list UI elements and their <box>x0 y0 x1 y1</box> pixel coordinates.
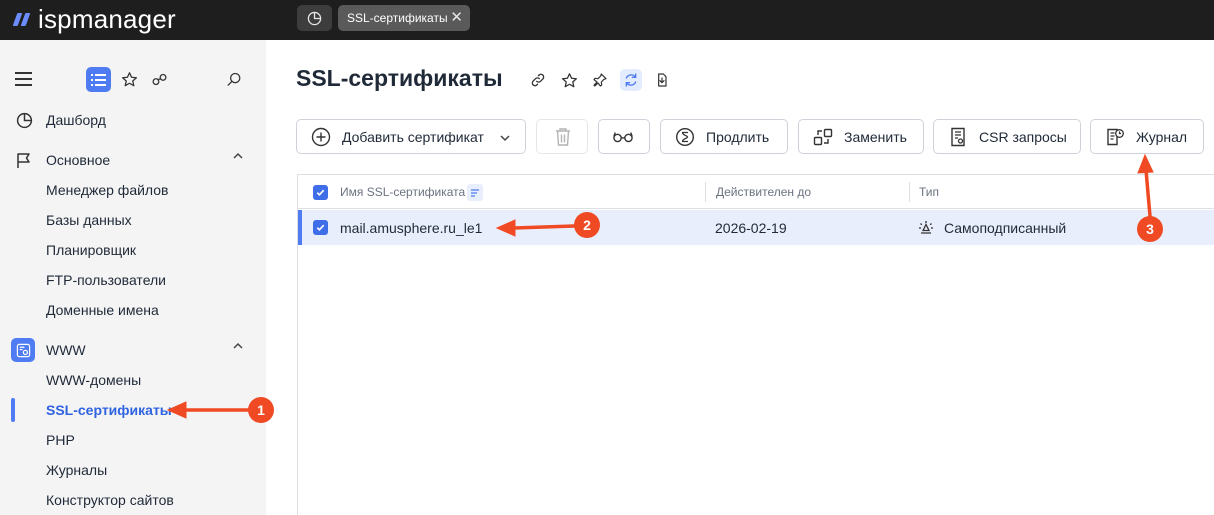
sidebar-item-label: FTP-пользователи <box>46 272 166 288</box>
callout-badge: 3 <box>1137 216 1163 242</box>
tab-label: SSL-сертификаты <box>347 11 448 25</box>
certificates-table: Имя SSL-сертификата Действителен до Тип … <box>297 174 1214 515</box>
logo-mark-icon <box>12 11 34 27</box>
sidebar-item-label: Дашборд <box>46 112 106 128</box>
column-header-type[interactable]: Тип <box>919 185 939 199</box>
select-all-checkbox[interactable] <box>313 185 328 200</box>
dashboard-icon <box>15 111 33 129</box>
renew-button[interactable]: Продлить <box>660 119 788 154</box>
glasses-icon[interactable] <box>149 69 169 89</box>
certificate-valid-until: 2026-02-19 <box>715 220 787 236</box>
sidebar-item-logs[interactable]: Журналы <box>0 457 266 483</box>
chevron-down-icon <box>499 131 511 147</box>
tab-ssl-certificates[interactable]: SSL-сертификаты ✕ <box>338 5 470 31</box>
sidebar-item-main[interactable]: Основное <box>0 147 266 173</box>
column-divider[interactable] <box>909 182 910 202</box>
replace-icon <box>813 128 833 146</box>
trash-icon <box>553 128 573 146</box>
row-selection-bar <box>298 210 302 245</box>
certificate-name: mail.amusphere.ru_le1 <box>340 220 483 236</box>
table-header: Имя SSL-сертификата Действителен до Тип <box>298 175 1214 209</box>
top-bar: ispmanager SSL-сертификаты ✕ <box>0 0 1214 40</box>
sidebar-item-label: WWW-домены <box>46 372 142 388</box>
dashboard-icon <box>307 11 322 25</box>
download-icon[interactable] <box>651 69 673 91</box>
sidebar-item-label: SSL-сертификаты <box>46 402 172 418</box>
pin-icon[interactable] <box>589 69 611 91</box>
sidebar-item-label: Журналы <box>46 462 108 478</box>
check-icon <box>316 224 325 231</box>
row-checkbox[interactable] <box>313 220 328 235</box>
logo-text: ispmanager <box>38 3 176 34</box>
callout-badge: 2 <box>574 212 600 238</box>
sidebar: Дашборд Основное Менеджер файлов Базы да… <box>0 40 266 515</box>
chevron-up-icon[interactable] <box>232 340 244 355</box>
sidebar-item-label: Доменные имена <box>46 302 159 318</box>
close-icon[interactable]: ✕ <box>450 9 463 27</box>
page-title: SSL-сертификаты <box>296 65 503 91</box>
add-certificate-label: Добавить сертификат <box>342 129 484 145</box>
sidebar-item-www[interactable]: WWW <box>0 337 266 363</box>
refresh-icon[interactable] <box>620 69 642 91</box>
replace-label: Заменить <box>844 129 907 145</box>
star-icon[interactable] <box>558 69 580 91</box>
sidebar-item-ssl-certificates[interactable]: SSL-сертификаты <box>0 397 266 423</box>
sidebar-item-ftp-users[interactable]: FTP-пользователи <box>0 267 266 293</box>
arrow-3-head <box>1137 153 1154 174</box>
certificate-type: Самоподписанный <box>944 220 1067 236</box>
self-signed-icon <box>918 220 934 241</box>
table-row[interactable]: mail.amusphere.ru_le1 2026-02-19 Самопод… <box>298 210 1214 245</box>
logo[interactable]: ispmanager <box>12 4 176 34</box>
sidebar-item-www-domains[interactable]: WWW-домены <box>0 367 266 393</box>
plus-circle-icon <box>311 127 331 147</box>
sidebar-item-databases[interactable]: Базы данных <box>0 207 266 233</box>
check-icon <box>316 189 325 196</box>
callout-badge: 1 <box>248 397 274 423</box>
column-header-valid-until[interactable]: Действителен до <box>716 185 811 199</box>
add-certificate-button[interactable]: Добавить сертификат <box>296 119 526 154</box>
sidebar-item-php[interactable]: PHP <box>0 427 266 453</box>
list-view-icon[interactable] <box>86 67 111 92</box>
renew-icon <box>675 127 695 147</box>
sidebar-item-file-manager[interactable]: Менеджер файлов <box>0 177 266 203</box>
delete-button[interactable] <box>536 119 588 154</box>
sidebar-item-label: WWW <box>46 342 86 358</box>
menu-icon[interactable] <box>15 72 32 86</box>
journal-label: Журнал <box>1136 129 1188 145</box>
glasses-icon <box>613 128 633 146</box>
sidebar-item-site-builder[interactable]: Конструктор сайтов <box>0 487 266 513</box>
chevron-up-icon[interactable] <box>232 150 244 165</box>
column-header-name[interactable]: Имя SSL-сертификата <box>340 185 465 199</box>
sort-icon[interactable] <box>467 184 483 201</box>
sidebar-item-label: Планировщик <box>46 242 137 258</box>
column-divider[interactable] <box>705 182 706 202</box>
star-icon[interactable] <box>119 69 139 89</box>
www-gear-icon <box>11 338 35 362</box>
sidebar-item-label: Базы данных <box>46 212 132 228</box>
view-button[interactable] <box>598 119 650 154</box>
sidebar-item-scheduler[interactable]: Планировщик <box>0 237 266 263</box>
journal-icon <box>1105 128 1125 146</box>
sidebar-item-label: Основное <box>46 152 111 168</box>
sidebar-item-label: Менеджер файлов <box>46 182 169 198</box>
sidebar-item-domain-names[interactable]: Доменные имена <box>0 297 266 323</box>
sidebar-item-label: PHP <box>46 432 75 448</box>
dashboard-tab[interactable] <box>297 5 332 31</box>
title-actions <box>527 69 673 91</box>
journal-button[interactable]: Журнал <box>1090 119 1204 154</box>
csr-requests-button[interactable]: CSR запросы <box>933 119 1081 154</box>
flag-icon <box>15 151 33 169</box>
sidebar-item-label: Конструктор сайтов <box>46 492 174 508</box>
search-icon[interactable] <box>224 69 244 89</box>
renew-label: Продлить <box>706 129 770 145</box>
replace-button[interactable]: Заменить <box>798 119 924 154</box>
certificate-icon <box>948 127 968 147</box>
link-icon[interactable] <box>527 69 549 91</box>
csr-requests-label: CSR запросы <box>979 129 1067 145</box>
sidebar-item-dashboard[interactable]: Дашборд <box>0 107 266 133</box>
